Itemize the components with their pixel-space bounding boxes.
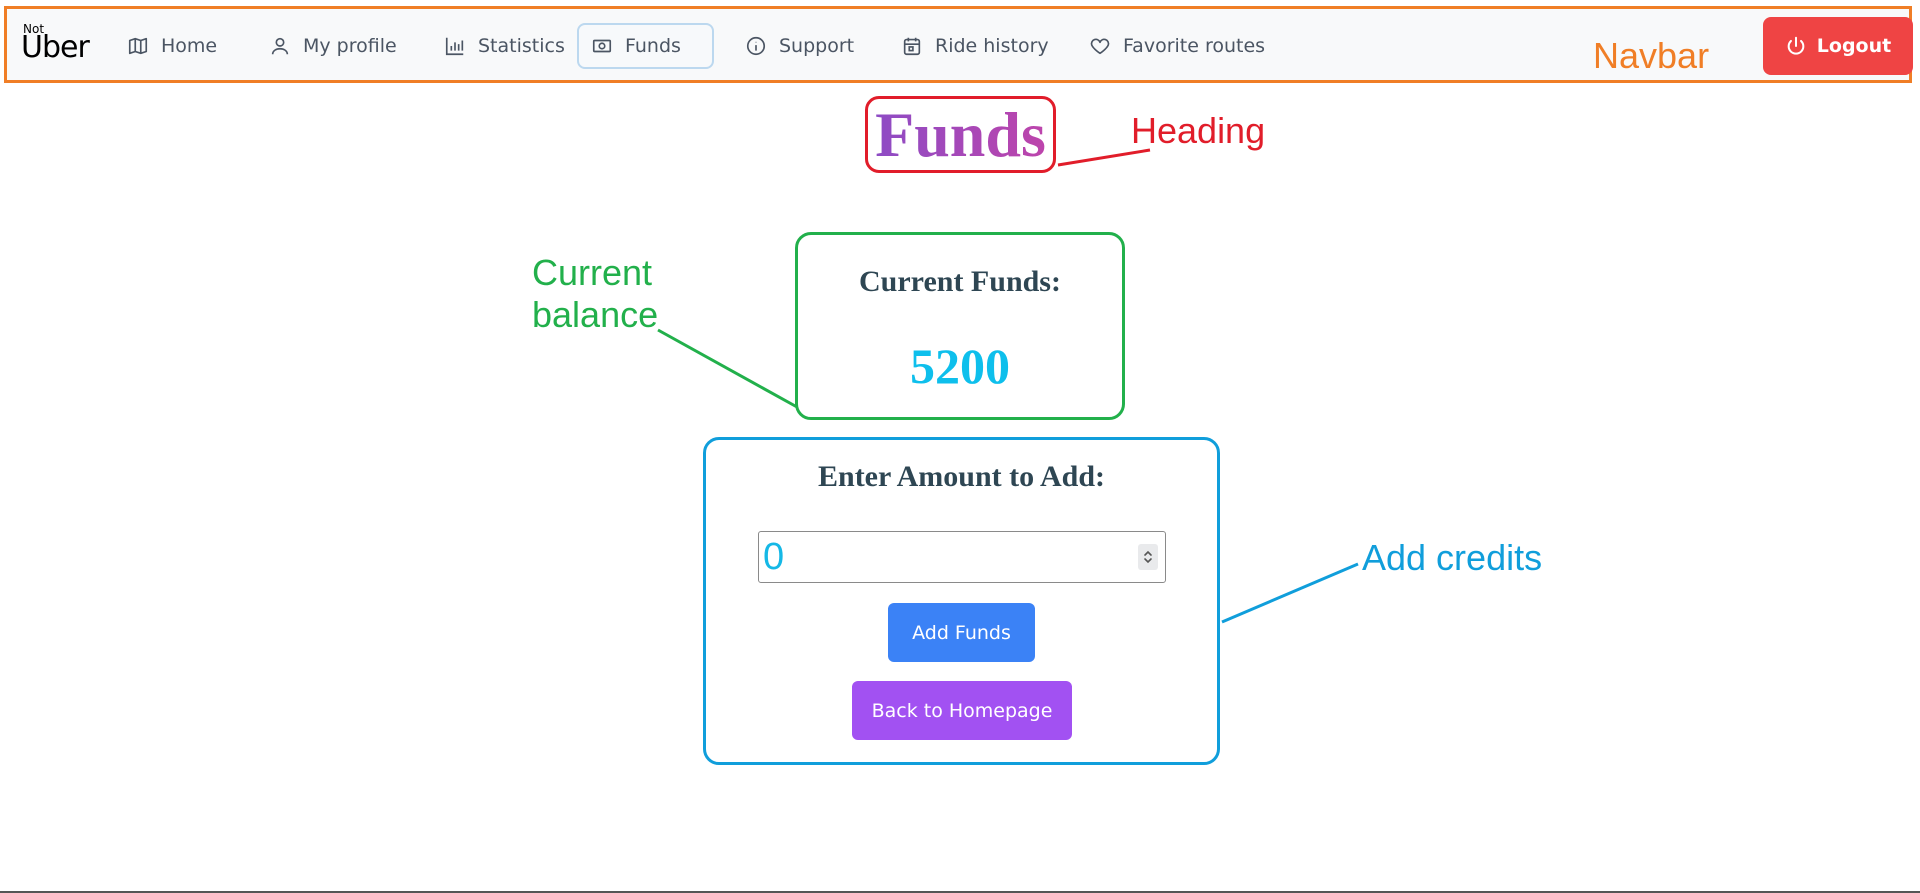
heading-connector (1057, 148, 1151, 167)
current-funds-value: 5200 (910, 338, 1010, 394)
nav-statistics-label: Statistics (478, 35, 565, 57)
amount-input[interactable] (758, 531, 1166, 583)
brand-name: Uber (21, 30, 90, 65)
amount-stepper[interactable] (1138, 544, 1158, 570)
page-title: Funds (865, 96, 1056, 173)
nav-my-profile[interactable]: My profile (257, 23, 409, 69)
logout-button[interactable]: Logout (1763, 17, 1913, 75)
balance-annotation: Current balance (532, 252, 658, 336)
add-amount-label: Enter Amount to Add: (818, 460, 1105, 493)
back-to-homepage-button[interactable]: Back to Homepage (852, 681, 1072, 740)
nav-statistics[interactable]: Statistics (432, 23, 577, 69)
banknote-icon (592, 39, 612, 53)
current-funds-label: Current Funds: (859, 265, 1061, 298)
logout-label: Logout (1816, 35, 1892, 57)
navbar: Not Uber Home My profile Statistics Fund… (4, 6, 1913, 83)
power-icon (1787, 36, 1805, 55)
nav-home-label: Home (161, 35, 218, 57)
user-icon (271, 37, 289, 55)
calendar-icon (903, 37, 921, 56)
bar-chart-icon (445, 37, 464, 56)
nav-funds-label: Funds (625, 35, 681, 57)
credits-connector (1221, 562, 1359, 624)
brand-logo[interactable]: Not Uber (21, 19, 93, 69)
nav-funds[interactable]: Funds (577, 23, 714, 69)
nav-ride-history-label: Ride history (935, 35, 1049, 57)
nav-favorite-routes-label: Favorite routes (1123, 35, 1266, 57)
balance-annotation-line1: Current (532, 252, 653, 293)
current-funds-card: Current Funds: 5200 (795, 232, 1125, 420)
add-funds-button[interactable]: Add Funds (888, 603, 1035, 662)
nav-favorite-routes[interactable]: Favorite routes (1077, 23, 1277, 69)
heart-icon (1090, 38, 1110, 55)
navbar-annotation: Navbar (1593, 35, 1710, 76)
nav-support[interactable]: Support (733, 23, 866, 69)
chevron-up-down-icon (1144, 550, 1152, 564)
info-icon (746, 36, 766, 56)
heading-annotation: Heading (1131, 110, 1266, 151)
nav-ride-history[interactable]: Ride history (889, 23, 1061, 69)
nav-my-profile-label: My profile (303, 35, 397, 57)
nav-support-label: Support (779, 35, 855, 57)
balance-connector (657, 328, 798, 409)
nav-home[interactable]: Home (115, 23, 229, 69)
map-icon (128, 37, 148, 55)
add-funds-card: Enter Amount to Add: Add Funds Back to H… (703, 437, 1220, 765)
balance-annotation-line2: balance (532, 294, 659, 335)
credits-annotation: Add credits (1362, 537, 1543, 578)
